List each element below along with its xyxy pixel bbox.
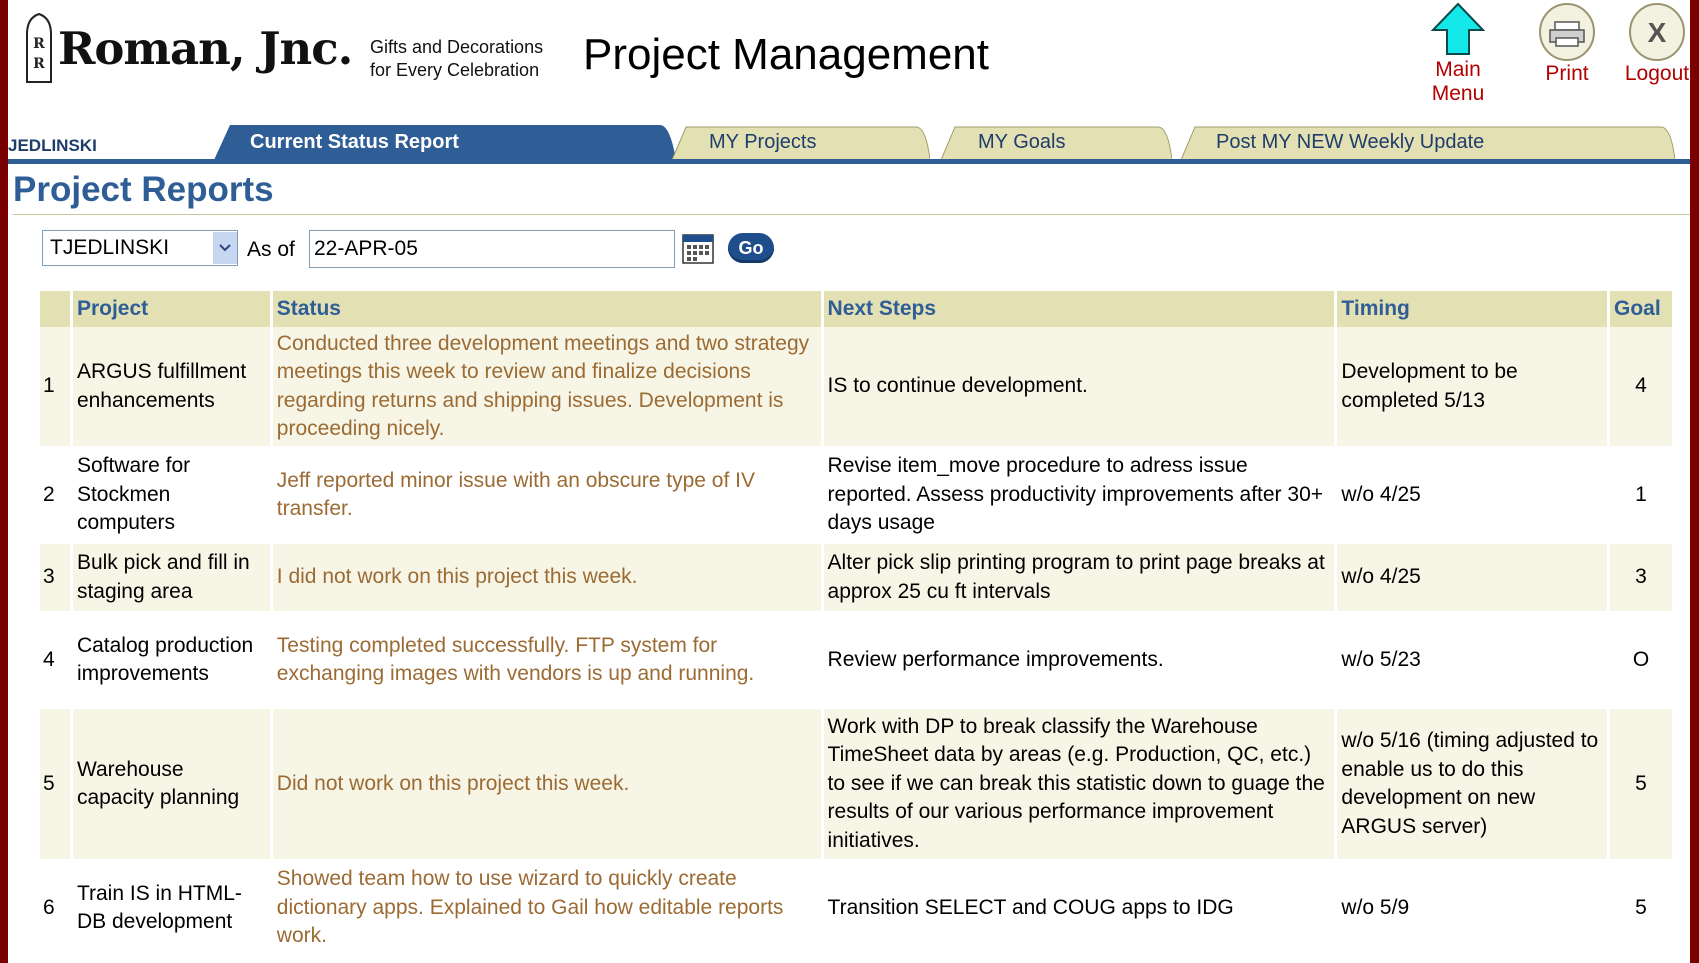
project-cell: Bulk pick and fill in staging area: [72, 544, 270, 611]
user-select-value: TJEDLINSKI: [50, 236, 170, 259]
printer-icon: [1539, 3, 1595, 61]
next-steps-cell: Review performance improvements.: [823, 611, 1335, 709]
print-button[interactable]: Print: [1536, 0, 1598, 86]
current-user-label: JEDLINSKI: [8, 136, 97, 155]
go-button[interactable]: Go: [728, 233, 774, 263]
up-arrow-icon: [1430, 2, 1486, 55]
goal-cell: 1: [1610, 446, 1672, 544]
tab-label: MY Projects: [709, 131, 817, 153]
goal-cell: 5: [1610, 859, 1672, 957]
next-steps-cell: IS to continue development.: [823, 327, 1335, 446]
tab-current-status-report[interactable]: Current Status Report: [214, 125, 676, 160]
status-cell: Testing completed successfully. FTP syst…: [272, 611, 821, 709]
window-frame-right: [1690, 0, 1699, 963]
svg-text:R: R: [33, 56, 45, 72]
row-number: 5: [40, 709, 70, 859]
row-number: 4: [40, 611, 70, 709]
svg-text:X: X: [1648, 17, 1667, 48]
column-header: [40, 291, 70, 327]
goal-cell: 4: [1610, 327, 1672, 446]
column-header-timing: Timing: [1337, 291, 1607, 327]
user-select[interactable]: TJEDLINSKI: [42, 230, 238, 266]
project-cell: Warehouse capacity planning: [72, 709, 270, 859]
project-cell: Catalog production improvements: [72, 611, 270, 709]
logo-emblem-icon: R R: [26, 12, 52, 83]
tagline-line-1: Gifts and Decorations: [370, 37, 544, 57]
next-steps-cell: Alter pick slip printing program to prin…: [823, 544, 1335, 611]
status-cell: I did not work on this project this week…: [272, 544, 821, 611]
table-row: 4 Catalog production improvements Testin…: [40, 611, 1672, 709]
status-cell: Jeff reported minor issue with an obscur…: [272, 446, 821, 544]
project-report-table: Project Status Next Steps Timing Goal 1 …: [37, 291, 1675, 957]
column-header-project: Project: [72, 291, 270, 327]
main-menu-button[interactable]: Main Menu: [1408, 0, 1508, 106]
goal-cell: O: [1610, 611, 1672, 709]
project-cell: ARGUS fulfillment enhancements: [72, 327, 270, 446]
row-number: 6: [40, 859, 70, 957]
title-divider: [13, 214, 1690, 215]
close-x-icon: X: [1629, 3, 1685, 61]
tab-label: Post MY NEW Weekly Update: [1216, 131, 1485, 153]
page-title: Project Reports: [13, 170, 274, 209]
timing-cell: w/o 4/25: [1337, 544, 1607, 611]
status-cell: Showed team how to use wizard to quickly…: [272, 859, 821, 957]
window-frame-left: [0, 0, 8, 963]
logo-text: Roman, Jnc.: [58, 21, 353, 75]
next-steps-cell: Transition SELECT and COUG apps to IDG: [823, 859, 1335, 957]
tab-label: Current Status Report: [250, 131, 459, 153]
next-steps-cell: Revise item_move procedure to adress iss…: [823, 446, 1335, 544]
goal-cell: 3: [1610, 544, 1672, 611]
table-header-row: Project Status Next Steps Timing Goal: [40, 291, 1672, 327]
table-row: 1 ARGUS fulfillment enhancements Conduct…: [40, 327, 1672, 446]
next-steps-cell: Work with DP to break classify the Wareh…: [823, 709, 1335, 859]
timing-cell: Development to be completed 5/13: [1337, 327, 1607, 446]
timing-cell: w/o 4/25: [1337, 446, 1607, 544]
project-cell: Train IS in HTML-DB development: [72, 859, 270, 957]
project-cell: Software for Stockmen computers: [72, 446, 270, 544]
status-cell: Did not work on this project this week.: [272, 709, 821, 859]
print-label: Print: [1545, 62, 1589, 85]
timing-cell: w/o 5/23: [1337, 611, 1607, 709]
tab-underline: [8, 159, 1690, 164]
roman-logo: R R Roman, Jnc.: [24, 8, 353, 88]
tab-label: MY Goals: [978, 131, 1066, 153]
date-input[interactable]: [309, 230, 675, 268]
status-cell: Conducted three development meetings and…: [272, 327, 821, 446]
chevron-down-icon: [213, 232, 237, 264]
column-header-goal: Goal: [1610, 291, 1672, 327]
calendar-icon[interactable]: [682, 234, 714, 264]
row-number: 3: [40, 544, 70, 611]
column-header-next-steps: Next Steps: [823, 291, 1335, 327]
goal-cell: 5: [1610, 709, 1672, 859]
row-number: 2: [40, 446, 70, 544]
logout-label: Logout: [1624, 62, 1690, 85]
tab-my-projects[interactable]: MY Projects: [672, 125, 930, 160]
as-of-label: As of: [247, 238, 295, 261]
logout-button[interactable]: X Logout: [1615, 0, 1699, 86]
column-header-status: Status: [272, 291, 821, 327]
tagline: Gifts and Decorations for Every Celebrat…: [370, 36, 543, 82]
table-row: 5 Warehouse capacity planning Did not wo…: [40, 709, 1672, 859]
row-number: 1: [40, 327, 70, 446]
tagline-line-2: for Every Celebration: [370, 60, 540, 80]
timing-cell: w/o 5/9: [1337, 859, 1607, 957]
tab-post-weekly-update[interactable]: Post MY NEW Weekly Update: [1181, 125, 1675, 160]
svg-text:R: R: [33, 36, 45, 52]
table-row: 2 Software for Stockmen computers Jeff r…: [40, 446, 1672, 544]
table-row: 6 Train IS in HTML-DB development Showed…: [40, 859, 1672, 957]
main-menu-label: Main Menu: [1431, 58, 1485, 105]
tab-my-goals[interactable]: MY Goals: [941, 125, 1172, 160]
app-title: Project Management: [583, 30, 989, 79]
timing-cell: w/o 5/16 (timing adjusted to enable us t…: [1337, 709, 1607, 859]
table-row: 3 Bulk pick and fill in staging area I d…: [40, 544, 1672, 611]
